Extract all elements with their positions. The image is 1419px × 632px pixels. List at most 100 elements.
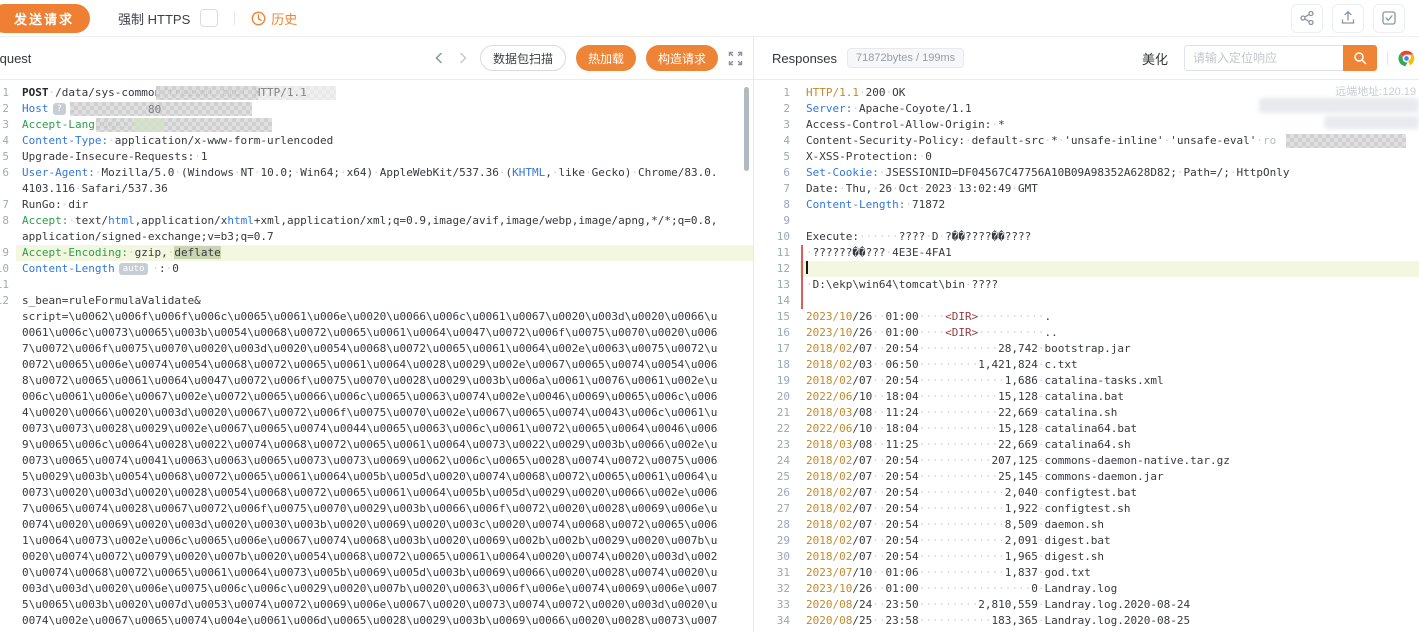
code-line[interactable]: 30 2018/02/07··20:54·············1,965·di… (754, 549, 1419, 565)
code-line[interactable]: 282018/02/07··20:54·············8,509·da… (754, 517, 1419, 533)
code-line[interactable]: 322023/10/26··01:00·················0·La… (754, 581, 1419, 597)
toolbar-divider (234, 11, 235, 25)
line-number-gutter: 9 (0, 245, 16, 261)
search-button[interactable] (1343, 45, 1377, 71)
code-line[interactable]: 9 (754, 213, 1419, 229)
packet-scan-button[interactable]: 数据包扫描 (480, 45, 566, 71)
code-line[interactable]: 312023/07/10··01:06·············1,837·go… (754, 565, 1419, 581)
line-number-gutter: 3 (754, 117, 798, 133)
code-line[interactable]: 6User-Agent:·Mozilla/5.0·(Windows·NT·10.… (0, 165, 753, 197)
code-line[interactable]: 5 X-XSS-Protection:·0 (754, 149, 1419, 165)
code-line[interactable]: 3Access-Control-Allow-Origin:·* (754, 117, 1419, 133)
code-line[interactable]: 242018/02/07··20:54···········207,125·co… (754, 453, 1419, 469)
line-number-gutter: 30 (754, 549, 798, 565)
code-line[interactable]: 11·??????��???·4E3E-4FA1 (754, 245, 1419, 261)
code-line[interactable]: 1POST·/data/sys-common/treexml.tmpl·HTTP… (0, 85, 753, 101)
code-line[interactable]: 222022/06/10··18:04············15,128·ca… (754, 421, 1419, 437)
send-request-button[interactable]: 发送请求 (0, 4, 90, 33)
code-line[interactable]: 7Date:·Thu,·26·Oct·2023·13:02:49·GMT (754, 181, 1419, 197)
code-line[interactable]: 11 (0, 277, 753, 293)
code-line[interactable]: 5Upgrade-Insecure-Requests:·1 (0, 149, 753, 165)
code-line[interactable]: 212018/03/08··11:24············22,669·ca… (754, 405, 1419, 421)
code-line[interactable]: 4Content-Type:·application/x-www-form-ur… (0, 133, 753, 149)
code-line[interactable]: 8Accept:·text/html,application/xhtml+xml… (0, 213, 753, 245)
force-https-label: 强制 HTTPS (118, 9, 190, 28)
line-number-gutter: 21 (754, 405, 798, 421)
code-line[interactable]: 262018/02/07··20:54·············2,040·co… (754, 485, 1419, 501)
code-line[interactable]: 14 (754, 293, 1419, 309)
code-line-text: Host?:·80 (22, 101, 723, 117)
code-line[interactable]: 332020/08/24··23:50·········2,810,559·La… (754, 597, 1419, 613)
line-number-gutter: 11 (754, 245, 798, 261)
code-line[interactable]: 9Accept-Encoding:·gzip,·deflate (0, 245, 753, 261)
code-line-text: Accept:·text/html,application/xhtml+xml,… (22, 213, 723, 245)
code-line[interactable]: 272018/02/07··20:54·············1,922·co… (754, 501, 1419, 517)
force-https-checkbox[interactable] (200, 9, 218, 27)
text-caret (806, 261, 808, 274)
expand-icon (728, 51, 743, 66)
request-code-editor[interactable]: 1POST·/data/sys-common/treexml.tmpl·HTTP… (0, 80, 753, 632)
scrollbar-thumb[interactable] (744, 87, 749, 171)
code-line-text (806, 261, 1419, 277)
prev-request-button[interactable] (432, 51, 446, 65)
code-line[interactable]: 182018/02/03··06:50·········1,421,824·c.… (754, 357, 1419, 373)
history-button[interactable]: 历史 (251, 9, 297, 28)
line-number-gutter: 9 (754, 213, 798, 229)
code-line[interactable]: 232018/03/08··11:25············22,669·ca… (754, 437, 1419, 453)
line-number-gutter: 23 (754, 437, 798, 453)
code-line-text: 2023/10/26··01:00····<DIR>··········. (806, 309, 1419, 325)
chevron-left-icon (432, 51, 446, 65)
response-panel-header: Responses 71872bytes / 199ms 美化 (754, 37, 1419, 80)
code-line[interactable]: 6Set-Cookie:·JSESSIONID=DF04567C47756A10… (754, 165, 1419, 181)
line-number-gutter: 25 (754, 469, 798, 485)
code-line[interactable]: 4Content-Security-Policy:·default-src·*·… (754, 133, 1419, 149)
code-line[interactable]: 7RunGo:·dir (0, 197, 753, 213)
request-panel-title: Request (0, 51, 31, 66)
code-line[interactable]: 162023/10/26··01:00····<DIR>··········.. (754, 325, 1419, 341)
hot-reload-button[interactable]: 热加载 (576, 45, 636, 71)
task-button[interactable] (1373, 4, 1405, 33)
code-line-text: 2023/10/26··01:00····<DIR>··········.. (806, 325, 1419, 341)
code-line-text: 2020/08/25··23:58···········183,365·Land… (806, 613, 1419, 629)
code-line[interactable]: 2Host?:·80 (0, 101, 753, 117)
code-line[interactable]: 152023/10/26··01:00····<DIR>··········. (754, 309, 1419, 325)
code-line[interactable]: 13·D:\ekp\win64\tomcat\bin·???? (754, 277, 1419, 293)
code-line[interactable]: 3Accept-Language:· (0, 117, 753, 133)
code-line[interactable]: 202022/06/10··18:04············15,128·ca… (754, 389, 1419, 405)
next-request-button[interactable] (456, 51, 470, 65)
code-line[interactable]: 342020/08/25··23:58···········183,365·La… (754, 613, 1419, 629)
response-code-editor[interactable]: 1HTTP/1.1·200·OK2Server:·Apache-Coyote/1… (754, 80, 1419, 632)
code-line[interactable]: 12s_bean=ruleFormulaValidate&script=\u00… (0, 293, 753, 632)
code-line[interactable]: 192018/02/07··20:54·············1,686·ca… (754, 373, 1419, 389)
expand-button[interactable] (728, 51, 743, 66)
remote-address-label: 远端地址:120.19 (1335, 83, 1416, 99)
tab-responses[interactable]: Responses (772, 51, 837, 66)
request-panel: Request 数据包扫描 热加载 构造请求 1POST·/data/sys-c… (0, 37, 753, 632)
code-line[interactable]: 252018/02/07··20:54············25,145·co… (754, 469, 1419, 485)
code-line-text: Set-Cookie:·JSESSIONID=DF04567C47756A10B… (806, 165, 1419, 181)
code-line-text: X-XSS-Protection:·0 (806, 149, 1419, 165)
code-line[interactable]: 10Content-Lengthauto·:·0 (0, 261, 753, 277)
code-line[interactable]: 292018/02/07··20:54·············2,091·di… (754, 533, 1419, 549)
beautify-button[interactable]: 美化 (1136, 45, 1174, 72)
export-button[interactable] (1332, 4, 1364, 33)
code-line-text: 2018/02/07··20:54·············1,965·dige… (806, 549, 1419, 565)
code-line[interactable]: 172018/02/07··20:54············28,742·bo… (754, 341, 1419, 357)
line-number-gutter: 5 (0, 149, 16, 165)
line-number-gutter: 27 (754, 501, 798, 517)
share-button[interactable] (1291, 4, 1323, 33)
line-number-gutter: 10 (754, 229, 798, 245)
code-line-text: 2018/02/07··20:54···········207,125·comm… (806, 453, 1419, 469)
build-request-button[interactable]: 构造请求 (646, 45, 718, 71)
response-panel: Responses 71872bytes / 199ms 美化 1HTTP/1.… (754, 37, 1419, 632)
code-line[interactable]: 12 (754, 261, 1419, 277)
locate-response-input[interactable] (1184, 45, 1343, 71)
code-line-text: 2018/02/07··20:54·············1,686·cata… (806, 373, 1419, 389)
chrome-icon[interactable] (1398, 50, 1415, 67)
code-line[interactable]: 8Content-Length:·71872 (754, 197, 1419, 213)
code-line[interactable]: 10Execute:······????·D·?��????��???? (754, 229, 1419, 245)
line-number-gutter: 5 (754, 149, 798, 165)
line-number-gutter: 28 (754, 517, 798, 533)
line-number-gutter: 14 (754, 293, 798, 309)
code-line-text: 2018/02/03··06:50·········1,421,824·c.tx… (806, 357, 1419, 373)
